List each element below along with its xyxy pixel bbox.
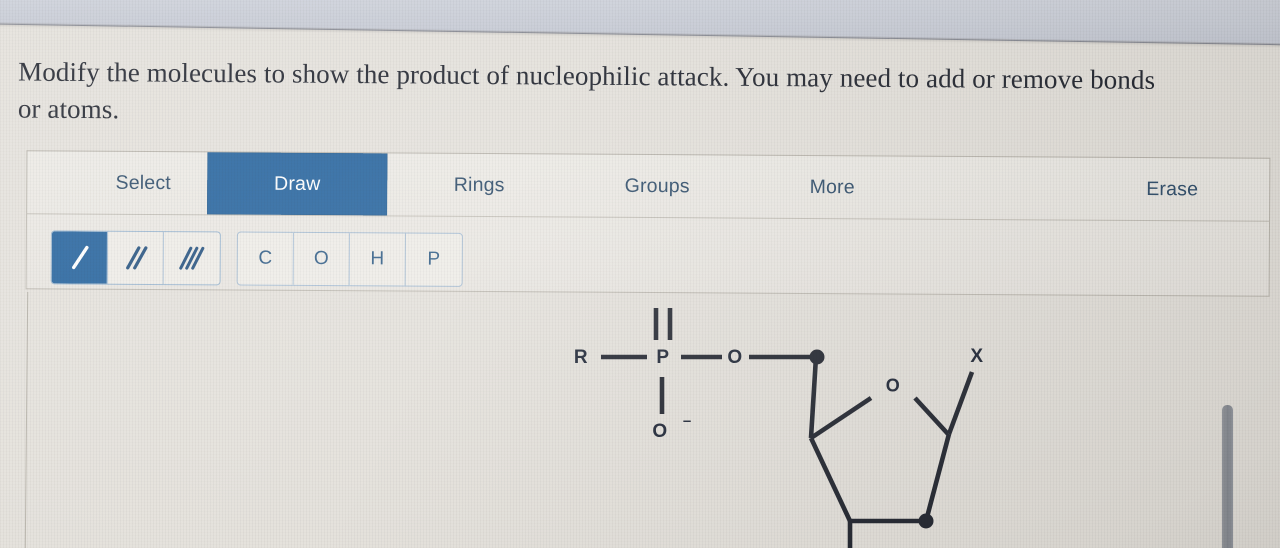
- element-label-c: C: [258, 247, 273, 269]
- tab-rings-label: Rings: [453, 173, 505, 196]
- tab-erase-label: Erase: [1146, 177, 1199, 200]
- element-button-c[interactable]: C: [237, 232, 294, 285]
- vertex-dot-c5: [809, 349, 825, 365]
- tab-more-label: More: [809, 175, 855, 198]
- tab-select[interactable]: Select: [65, 151, 221, 214]
- double-bond-button[interactable]: [107, 231, 164, 285]
- atom-label-p[interactable]: P: [656, 347, 669, 369]
- single-bond-button[interactable]: [51, 231, 108, 284]
- atom-label-o-ester[interactable]: O: [727, 347, 742, 369]
- vertical-scrollbar-thumb[interactable]: [1222, 405, 1233, 548]
- tab-groups[interactable]: Groups: [579, 155, 735, 218]
- question-prompt: Modify the molecules to show the product…: [18, 54, 1234, 137]
- element-label-h: H: [370, 248, 385, 270]
- bond-oring-c1: [913, 396, 950, 436]
- bond-vertex-dots: [809, 349, 934, 529]
- tab-more[interactable]: More: [767, 156, 897, 219]
- bond-c1-c2: [923, 433, 952, 522]
- element-label-p: P: [427, 248, 441, 270]
- prompt-line-1: Modify the molecules to show the product…: [18, 56, 1156, 95]
- atom-label-x[interactable]: X: [970, 346, 983, 368]
- editor-tab-row: Select Draw Rings Groups More Erase: [27, 151, 1270, 222]
- triple-bond-icon: [179, 246, 205, 270]
- bond-c4-oring: [809, 396, 873, 440]
- element-label-o: O: [313, 247, 329, 270]
- vertex-dot-c2: [918, 513, 934, 529]
- element-button-p[interactable]: P: [406, 234, 462, 286]
- single-bond-icon: [71, 245, 89, 270]
- negative-charge-symbol: –: [682, 412, 692, 430]
- bond-c4-c3: [808, 437, 853, 522]
- tab-erase[interactable]: Erase: [1107, 158, 1237, 221]
- browser-chrome-band: [0, 0, 1280, 46]
- bond-tool-group: [50, 230, 221, 286]
- triple-bond-button[interactable]: [164, 232, 220, 284]
- double-bond-icon: [125, 246, 147, 270]
- screenshot-root: Modify the molecules to show the product…: [0, 0, 1280, 548]
- molecule-editor-toolbar: Select Draw Rings Groups More Erase C O …: [25, 150, 1271, 297]
- prompt-line-2: or atoms.: [17, 93, 120, 125]
- element-button-h[interactable]: H: [349, 233, 406, 286]
- tab-select-label: Select: [115, 171, 172, 194]
- tab-groups-label: Groups: [624, 174, 690, 197]
- tab-draw-label: Draw: [274, 172, 321, 195]
- tab-draw[interactable]: Draw: [207, 152, 388, 216]
- atom-label-o-minus[interactable]: O: [652, 421, 667, 443]
- atom-label-o-ring[interactable]: O: [886, 376, 901, 397]
- element-tool-group: C O H P: [236, 231, 463, 287]
- canvas-left-border: [24, 291, 29, 548]
- element-button-o[interactable]: O: [293, 232, 350, 286]
- tab-rings[interactable]: Rings: [409, 154, 549, 217]
- bond-c1-x: [946, 371, 975, 435]
- bond-c5-c4: [808, 356, 819, 439]
- atom-label-r[interactable]: R: [574, 347, 588, 369]
